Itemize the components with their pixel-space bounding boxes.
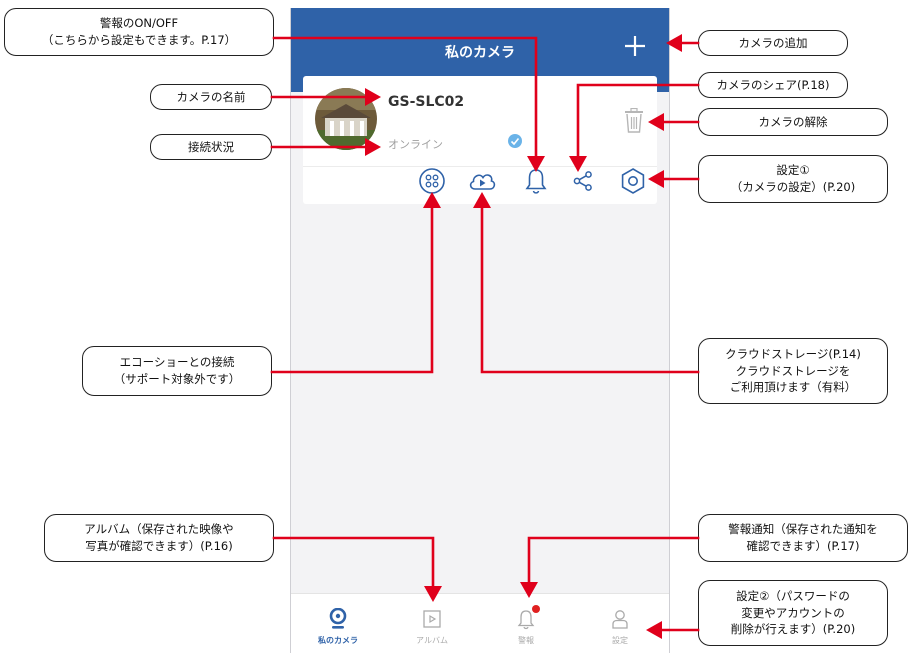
notification-badge: [532, 605, 540, 613]
callout-line: （カメラの設定）(P.20): [730, 180, 856, 194]
callout-line: 接続状況: [188, 139, 234, 154]
callout-line: クラウドストレージ(P.14): [725, 346, 861, 361]
callout-album: アルバム（保存された映像や 写真が確認できます）(P.16): [44, 514, 274, 562]
user-icon: [612, 610, 628, 629]
tab-label: 警報: [518, 636, 534, 645]
page-title: 私のカメラ: [445, 45, 515, 61]
tab-settings[interactable]: 設定: [573, 594, 667, 654]
camera-icon: [329, 608, 347, 629]
callout-settings-2: 設定②（パスワードの 変更やアカウントの 削除が行えます）(P.20): [698, 580, 888, 646]
callout-cloud-storage: クラウドストレージ(P.14) クラウドストレージを ご利用頂けます（有料）: [698, 338, 888, 404]
callout-line: アルバム（保存された映像や: [84, 522, 234, 537]
camera-name: GS-SLC02: [388, 94, 465, 110]
callout-add-camera: カメラの追加: [698, 30, 848, 56]
callout-echo-show: エコーショーとの接続 （サポート対象外です）: [82, 346, 272, 396]
cloud-play-icon[interactable]: [467, 168, 497, 194]
callout-line: カメラの解除: [758, 114, 828, 129]
callout-line: 設定①: [776, 163, 810, 178]
trash-icon[interactable]: [623, 108, 645, 134]
callout-line: カメラの追加: [738, 35, 808, 50]
callout-remove-camera: カメラの解除: [698, 108, 888, 136]
phone-screen: 私のカメラ GS-SLC02 オンライン 私のカメラ アルバム 警報 設定: [290, 8, 670, 654]
callout-line: カメラの名前: [176, 89, 246, 104]
bell-icon[interactable]: [525, 167, 547, 195]
bottom-tab-bar: 私のカメラ アルバム 警報 設定: [291, 593, 669, 654]
tab-label: アルバム: [416, 636, 448, 645]
callout-line: 削除が行えます）(P.20): [730, 622, 856, 637]
callout-alarm-notification: 警報通知（保存された通知を 確認できます）(P.17): [698, 514, 908, 562]
house-photo-icon: [315, 88, 377, 150]
callout-alarm-toggle: 警報のON/OFF （こちらから設定もできます。P.17）: [4, 8, 274, 56]
tab-alarm[interactable]: 警報: [479, 594, 573, 654]
callout-line: （サポート対象外です）: [113, 372, 241, 386]
callout-line: （こちらから設定もできます。P.17）: [41, 33, 237, 47]
callout-line: 確認できます）(P.17): [746, 539, 860, 553]
callout-line: 写真が確認できます）(P.16): [85, 539, 233, 553]
callout-connection-status: 接続状況: [150, 134, 272, 160]
tab-album[interactable]: アルバム: [385, 594, 479, 654]
add-camera-button[interactable]: [619, 30, 651, 62]
tab-my-camera[interactable]: 私のカメラ: [291, 594, 385, 654]
echo-show-icon[interactable]: [417, 166, 447, 196]
album-icon: [423, 610, 441, 628]
connection-status: オンライン: [388, 138, 443, 151]
card-divider: [303, 166, 657, 167]
tab-label: 私のカメラ: [318, 636, 358, 645]
plus-icon: [625, 36, 645, 56]
callout-line: カメラのシェア(P.18): [716, 77, 830, 92]
callout-camera-name: カメラの名前: [150, 84, 272, 110]
callout-line: 警報通知（保存された通知を: [728, 522, 878, 537]
callout-line: 警報のON/OFF: [99, 16, 179, 31]
wifi-status-icon: [508, 134, 522, 148]
callout-line: クラウドストレージを: [735, 363, 851, 378]
callout-settings-1: 設定① （カメラの設定）(P.20): [698, 155, 888, 203]
callout-line: エコーショーとの接続: [119, 355, 235, 370]
callout-line: ご利用頂けます（有料）: [729, 380, 857, 395]
callout-share-camera: カメラのシェア(P.18): [698, 72, 848, 98]
tab-label: 設定: [612, 636, 628, 645]
callout-line: 変更やアカウントの: [741, 605, 845, 620]
gear-icon[interactable]: [619, 167, 647, 195]
camera-thumbnail[interactable]: [315, 88, 377, 150]
callout-line: 設定②（パスワードの: [736, 588, 850, 603]
share-icon[interactable]: [572, 170, 594, 192]
